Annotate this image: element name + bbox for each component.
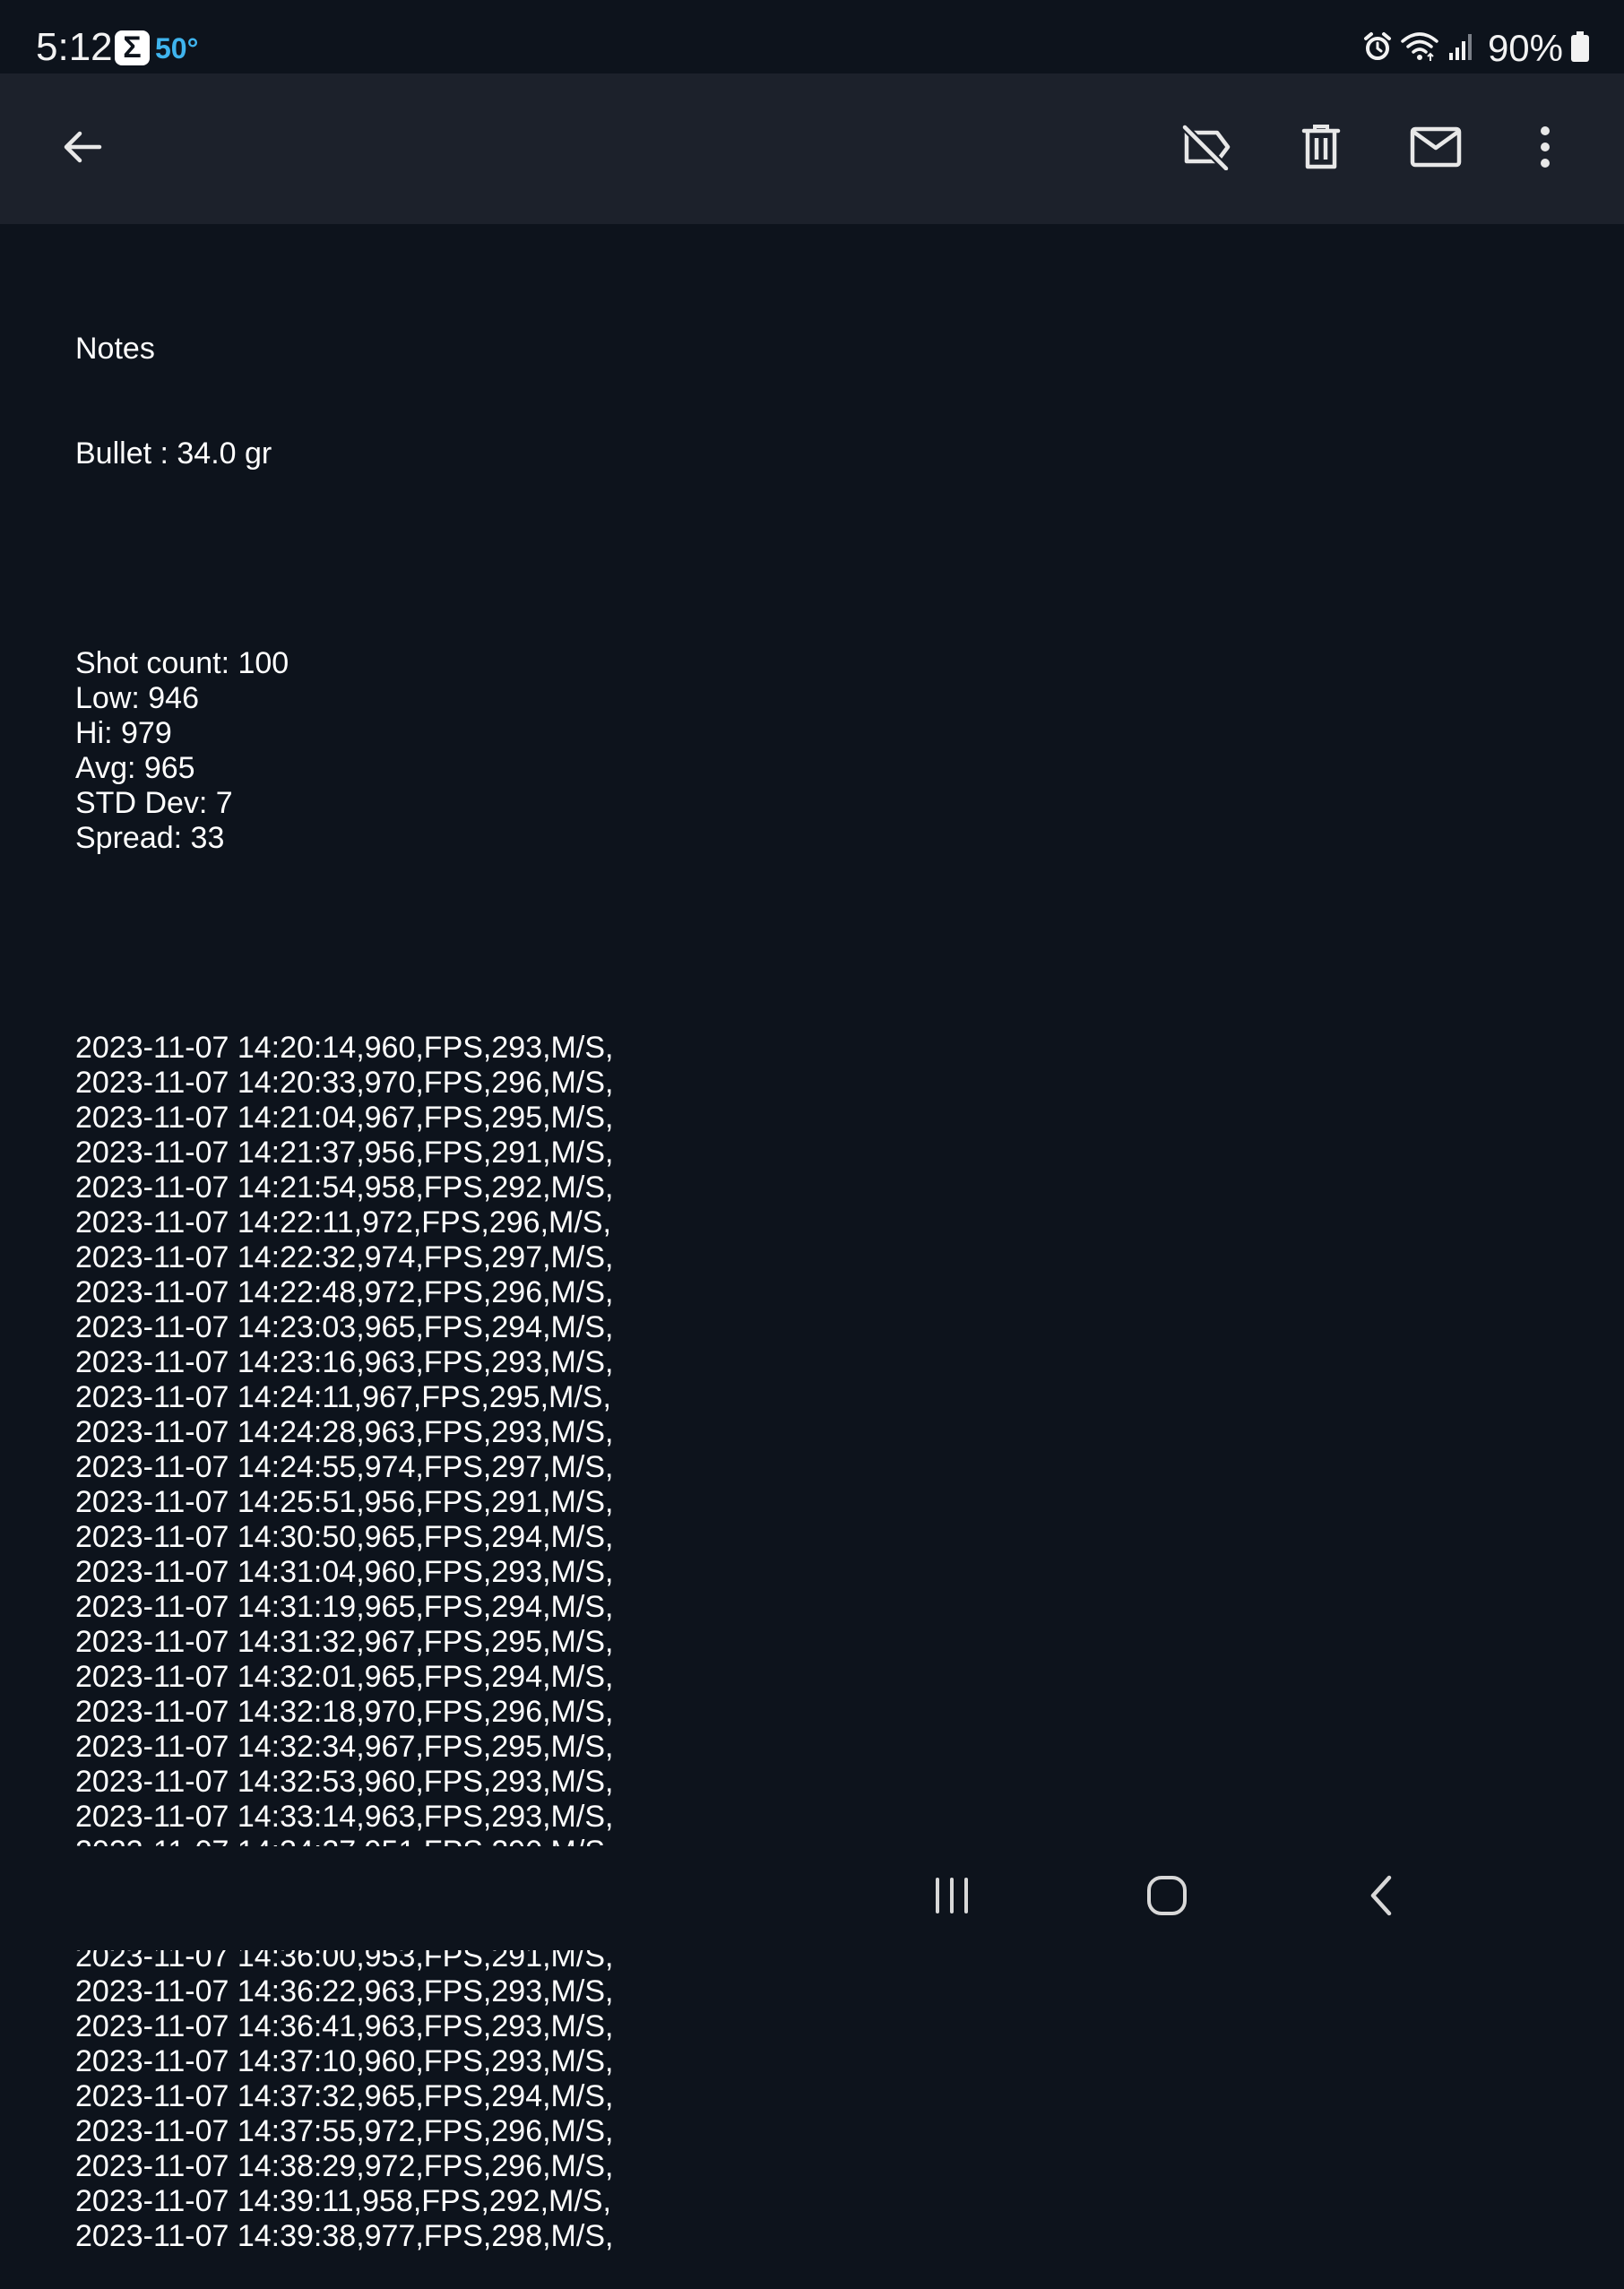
mail-icon bbox=[1410, 126, 1462, 172]
stat-line: Spread: 33 bbox=[75, 821, 225, 855]
shot-record-line: 2023-11-07 14:24:28,963,FPS,293,M/S, bbox=[75, 1415, 614, 1449]
note-bullet-weight: Bullet : 34.0 gr bbox=[75, 436, 272, 471]
shot-record-line: 2023-11-07 14:32:18,970,FPS,296,M/S, bbox=[75, 1695, 614, 1729]
alarm-icon bbox=[1362, 31, 1393, 66]
email-button[interactable] bbox=[1398, 111, 1473, 186]
recents-icon bbox=[932, 1876, 972, 1920]
shot-record-line: 2023-11-07 14:31:19,965,FPS,294,M/S, bbox=[75, 1590, 614, 1624]
shot-record-line: 2023-11-07 14:37:32,965,FPS,294,M/S, bbox=[75, 2079, 614, 2113]
shot-record-line: 2023-11-07 14:22:11,972,FPS,296,M/S, bbox=[75, 1205, 611, 1240]
label-off-icon bbox=[1181, 124, 1231, 175]
weather-temperature: 50° bbox=[155, 32, 199, 65]
recents-button[interactable] bbox=[916, 1866, 988, 1929]
shot-record-line: 2023-11-07 14:37:10,960,FPS,293,M/S, bbox=[75, 2044, 614, 2078]
shot-record-line: 2023-11-07 14:36:41,963,FPS,293,M/S, bbox=[75, 2009, 614, 2043]
signal-icon bbox=[1447, 31, 1477, 66]
shot-record-line: 2023-11-07 14:21:54,958,FPS,292,M/S, bbox=[75, 1170, 614, 1205]
shot-record-line: 2023-11-07 14:24:55,974,FPS,297,M/S, bbox=[75, 1450, 614, 1484]
shot-record-line: 2023-11-07 14:36:22,963,FPS,293,M/S, bbox=[75, 1974, 614, 2008]
shot-record-line: 2023-11-07 14:38:29,972,FPS,296,M/S, bbox=[75, 2149, 614, 2183]
shot-record-line: 2023-11-07 14:23:03,965,FPS,294,M/S, bbox=[75, 1310, 614, 1344]
stats-block: Shot count: 100 Low: 946 Hi: 979 Avg: 965 ST… bbox=[75, 646, 1581, 856]
shot-record-line: 2023-11-07 14:21:04,967,FPS,295,M/S, bbox=[75, 1101, 614, 1135]
status-indicators: 90% bbox=[1362, 27, 1590, 70]
shot-records: 2023-11-07 14:20:14,960,FPS,293,M/S, 2023… bbox=[75, 1031, 1581, 2254]
battery-icon bbox=[1570, 30, 1590, 67]
shot-record-line: 2023-11-07 14:24:11,967,FPS,295,M/S, bbox=[75, 1380, 611, 1414]
shot-record-line: 2023-11-07 14:22:48,972,FPS,296,M/S, bbox=[75, 1275, 614, 1309]
home-icon bbox=[1145, 1874, 1188, 1922]
back-icon bbox=[1366, 1874, 1398, 1922]
shot-record-line: 2023-11-07 14:39:38,977,FPS,298,M/S, bbox=[75, 2219, 614, 2253]
nav-back-button[interactable] bbox=[1346, 1866, 1418, 1929]
trash-icon bbox=[1301, 124, 1341, 175]
status-bar: 5:12 Σ 50° 90% bbox=[0, 0, 1624, 73]
status-time: 5:12 bbox=[36, 25, 113, 69]
stat-line: Hi: 979 bbox=[75, 716, 172, 750]
shot-record-line: 2023-11-07 14:31:32,967,FPS,295,M/S, bbox=[75, 1625, 614, 1659]
back-button[interactable] bbox=[45, 111, 120, 186]
sigma-app-icon: Σ bbox=[115, 30, 150, 65]
shot-record-line: 2023-11-07 14:37:55,972,FPS,296,M/S, bbox=[75, 2114, 614, 2148]
shot-record-line: 2023-11-07 14:32:53,960,FPS,293,M/S, bbox=[75, 1765, 614, 1799]
shot-record-line: 2023-11-07 14:20:33,970,FPS,296,M/S, bbox=[75, 1066, 614, 1100]
note-title: Notes bbox=[75, 332, 155, 366]
more-vert-icon bbox=[1538, 125, 1552, 173]
shot-record-line: 2023-11-07 14:21:37,956,FPS,291,M/S, bbox=[75, 1136, 614, 1170]
shot-record-line: 2023-11-07 14:30:50,965,FPS,294,M/S, bbox=[75, 1520, 614, 1554]
app-toolbar bbox=[0, 73, 1624, 224]
shot-record-line: 2023-11-07 14:32:01,965,FPS,294,M/S, bbox=[75, 1660, 614, 1694]
shot-record-line: 2023-11-07 14:25:51,956,FPS,291,M/S, bbox=[75, 1485, 614, 1519]
shot-record-line: 2023-11-07 14:20:14,960,FPS,293,M/S, bbox=[75, 1031, 614, 1065]
stat-line: Low: 946 bbox=[75, 681, 199, 715]
back-arrow-icon bbox=[60, 125, 105, 174]
shot-record-line: 2023-11-07 14:31:04,960,FPS,293,M/S, bbox=[75, 1555, 614, 1589]
stat-line: Shot count: 100 bbox=[75, 646, 289, 680]
stat-line: Avg: 965 bbox=[75, 751, 195, 785]
shot-record-line: 2023-11-07 14:33:14,963,FPS,293,M/S, bbox=[75, 1800, 614, 1834]
delete-button[interactable] bbox=[1283, 111, 1359, 186]
shot-record-line: 2023-11-07 14:39:11,958,FPS,292,M/S, bbox=[75, 2184, 611, 2218]
note-body[interactable]: Notes Bullet : 34.0 gr Shot count: 100 Lo… bbox=[75, 262, 1581, 2289]
label-off-button[interactable] bbox=[1169, 111, 1244, 186]
more-options-button[interactable] bbox=[1507, 111, 1583, 186]
battery-percent: 90% bbox=[1487, 27, 1563, 69]
shot-record-line: 2023-11-07 14:22:32,974,FPS,297,M/S, bbox=[75, 1240, 614, 1274]
stat-line: STD Dev: 7 bbox=[75, 786, 233, 820]
shot-record-line: 2023-11-07 14:32:34,967,FPS,295,M/S, bbox=[75, 1730, 614, 1764]
home-button[interactable] bbox=[1131, 1866, 1203, 1929]
shot-record-line: 2023-11-07 14:23:16,963,FPS,293,M/S, bbox=[75, 1345, 614, 1379]
wifi-icon bbox=[1400, 30, 1439, 67]
system-nav-bar bbox=[0, 1846, 1624, 1950]
